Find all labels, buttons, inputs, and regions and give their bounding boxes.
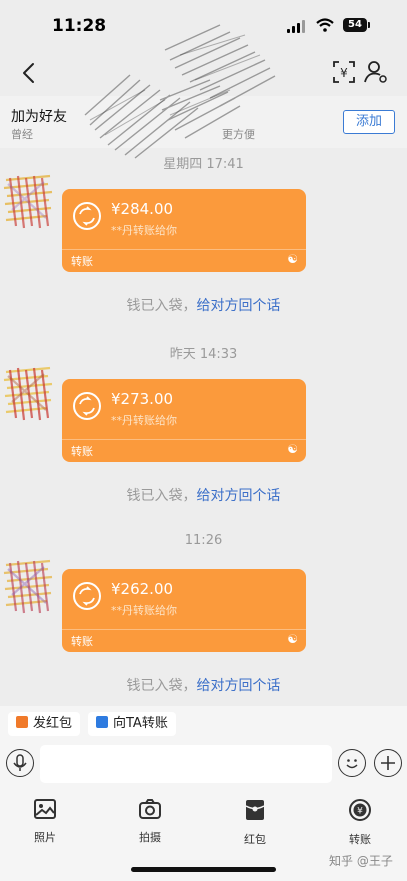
system-message: 钱已入袋，给对方回个话	[0, 295, 407, 315]
back-icon[interactable]	[14, 58, 44, 88]
camera-icon	[139, 799, 161, 819]
message-timestamp: 11:26	[184, 533, 223, 548]
contact-profile-icon[interactable]	[362, 58, 390, 86]
tool-camera[interactable]: 拍摄	[120, 798, 180, 845]
wifi-icon	[316, 18, 334, 32]
watermark: 知乎 @王子	[329, 854, 393, 868]
system-text: 钱已入袋，	[126, 678, 197, 694]
add-friend-subtitle-tail: 更方便	[222, 128, 255, 141]
message-timestamp: 星期四 17:41	[163, 157, 244, 172]
transfer-received-icon	[73, 202, 101, 230]
transfer-amount: ¥262.00	[111, 580, 174, 598]
transfer-bubble[interactable]: ¥284.00 **丹转账给你 转账 ☯	[62, 189, 306, 272]
transfer-record-icon[interactable]: ¥	[330, 58, 358, 86]
transfer-amount: ¥273.00	[111, 390, 174, 408]
transfer-received-icon	[73, 582, 101, 610]
system-message: 钱已入袋，给对方回个话	[0, 675, 407, 695]
chip-label: 发红包	[33, 716, 73, 731]
wechat-pay-icon: ☯	[287, 252, 298, 266]
wechat-pay-icon: ☯	[287, 632, 298, 646]
transfer-note: **丹转账给你	[111, 224, 177, 237]
tool-label: 拍摄	[139, 831, 161, 844]
transfer-label: 转账	[71, 445, 93, 458]
quick-actions-bar: 发红包 向TA转账	[0, 706, 407, 742]
add-friend-title: 加为好友	[11, 109, 67, 125]
transfer-footer: 转账 ☯	[62, 629, 306, 652]
transfer-note: **丹转账给你	[111, 604, 177, 617]
transfer-note: **丹转账给你	[111, 414, 177, 427]
tool-label: 照片	[34, 831, 56, 844]
message-input[interactable]	[40, 745, 332, 783]
send-red-packet-chip[interactable]: 发红包	[8, 712, 81, 736]
transfer-label: 转账	[71, 635, 93, 648]
transfer-bubble[interactable]: ¥262.00 **丹转账给你 转账 ☯	[62, 569, 306, 652]
avatar[interactable]	[2, 362, 54, 424]
system-text: 钱已入袋，	[126, 298, 197, 314]
tool-label: 红包	[244, 833, 266, 846]
tool-red-packet[interactable]: 红包	[225, 798, 285, 847]
wechat-pay-icon: ☯	[287, 442, 298, 456]
home-indicator[interactable]	[131, 867, 276, 872]
tool-transfer[interactable]: ¥ 转账	[330, 798, 390, 847]
transfer-label: 转账	[71, 255, 93, 268]
system-text: 钱已入袋，	[126, 488, 197, 504]
system-message: 钱已入袋，给对方回个话	[0, 485, 407, 505]
tool-photo[interactable]: 照片	[15, 798, 75, 845]
chip-label: 向TA转账	[113, 716, 168, 731]
emoji-icon[interactable]	[338, 749, 366, 777]
status-bar: 11:28 54	[0, 0, 407, 52]
transfer-to-ta-chip[interactable]: 向TA转账	[88, 712, 176, 736]
add-friend-button[interactable]: 添加	[343, 110, 395, 134]
transfer-received-icon	[73, 392, 101, 420]
transfer-bubble[interactable]: ¥273.00 **丹转账给你 转账 ☯	[62, 379, 306, 462]
status-time: 11:28	[52, 16, 107, 36]
svg-text:¥: ¥	[357, 807, 363, 817]
red-packet-icon	[16, 716, 28, 728]
svg-text:¥: ¥	[340, 66, 348, 80]
input-row	[0, 742, 407, 786]
avatar[interactable]	[2, 170, 54, 232]
reply-link[interactable]: 给对方回个话	[197, 488, 281, 504]
plus-icon[interactable]	[374, 749, 402, 777]
message-timestamp: 昨天 14:33	[169, 347, 238, 362]
reply-link[interactable]: 给对方回个话	[197, 298, 281, 314]
tool-label: 转账	[349, 833, 371, 846]
battery-icon: 54	[343, 18, 370, 32]
reply-link[interactable]: 给对方回个话	[197, 678, 281, 694]
signal-icon	[287, 20, 307, 33]
transfer-amount: ¥284.00	[111, 200, 174, 218]
voice-input-icon[interactable]	[6, 749, 34, 777]
transfer-icon	[96, 716, 108, 728]
add-friend-subtitle: 曾经	[11, 128, 33, 141]
chat-header: ¥	[0, 52, 407, 96]
yuan-coin-icon: ¥	[349, 799, 371, 821]
red-packet-icon	[245, 800, 265, 820]
transfer-footer: 转账 ☯	[62, 249, 306, 272]
avatar[interactable]	[2, 555, 54, 617]
photo-icon	[34, 799, 56, 819]
transfer-footer: 转账 ☯	[62, 439, 306, 462]
